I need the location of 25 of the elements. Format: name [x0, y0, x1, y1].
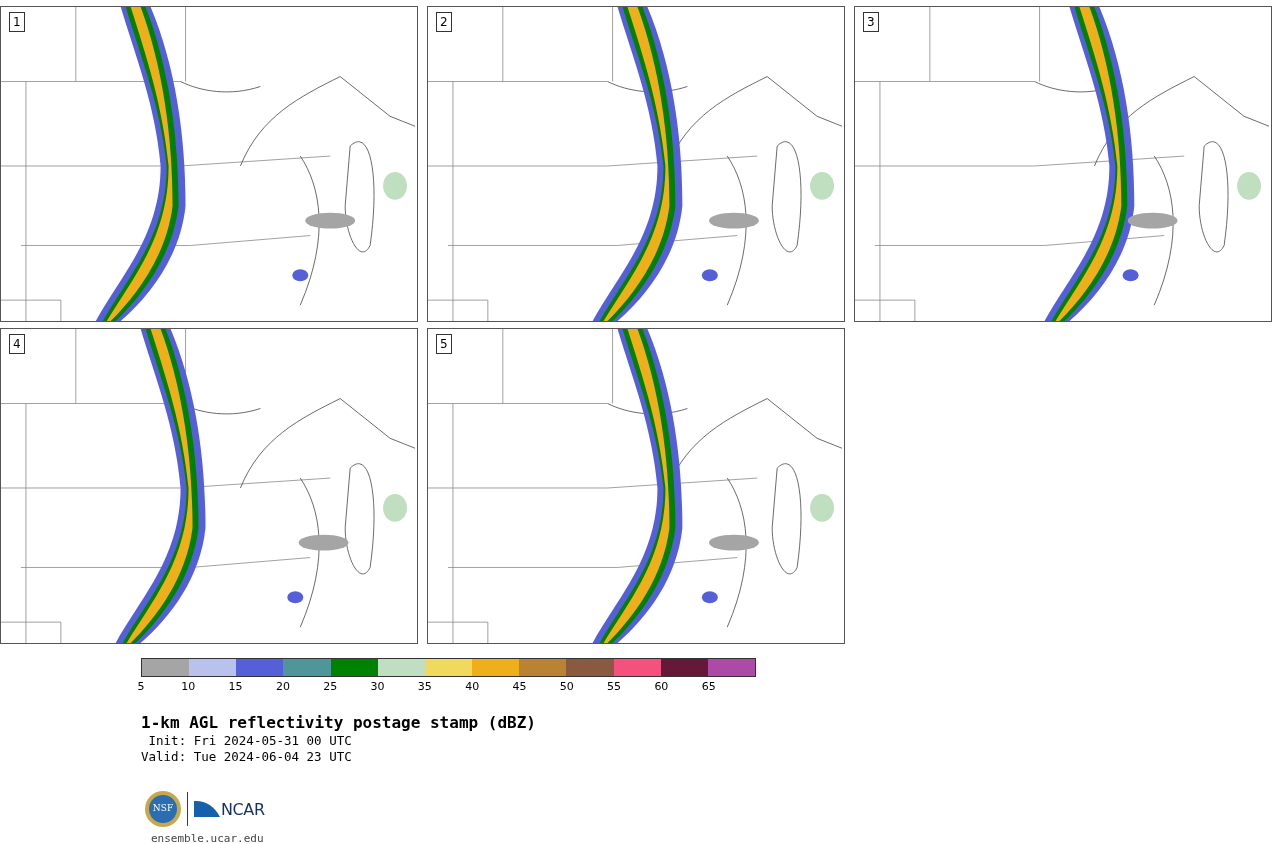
- tick-label: 65: [701, 681, 716, 693]
- tick-label: 15: [228, 681, 243, 693]
- panel-number: 2: [436, 12, 452, 32]
- tick-label: 25: [323, 681, 338, 693]
- tick-label: 5: [137, 681, 145, 693]
- tick-label: 40: [465, 681, 480, 693]
- panel-number: 5: [436, 334, 452, 354]
- tick-label: 10: [181, 681, 196, 693]
- panel-number: 3: [863, 12, 879, 32]
- valid-time: Valid: Tue 2024-06-04 23 UTC: [141, 749, 353, 765]
- init-time: Init: Fri 2024-05-31 00 UTC: [147, 733, 353, 749]
- logo-text: NSF: [152, 802, 174, 816]
- panel-number: 4: [9, 334, 25, 354]
- tick-label: 55: [607, 681, 622, 693]
- logo-text: NCAR: [221, 801, 265, 819]
- tick-label: 35: [417, 681, 432, 693]
- panel-number: 1: [9, 12, 25, 32]
- tick-label: 30: [370, 681, 385, 693]
- chart-title: 1-km AGL reflectivity postage stamp (dBZ): [141, 713, 537, 733]
- tick-label: 50: [559, 681, 574, 693]
- tick-label: 45: [512, 681, 527, 693]
- tick-label: 20: [275, 681, 290, 693]
- site-url: ensemble.ucar.edu: [151, 831, 265, 844]
- ncar-swoosh-icon: [194, 799, 220, 819]
- tick-label: 60: [654, 681, 669, 693]
